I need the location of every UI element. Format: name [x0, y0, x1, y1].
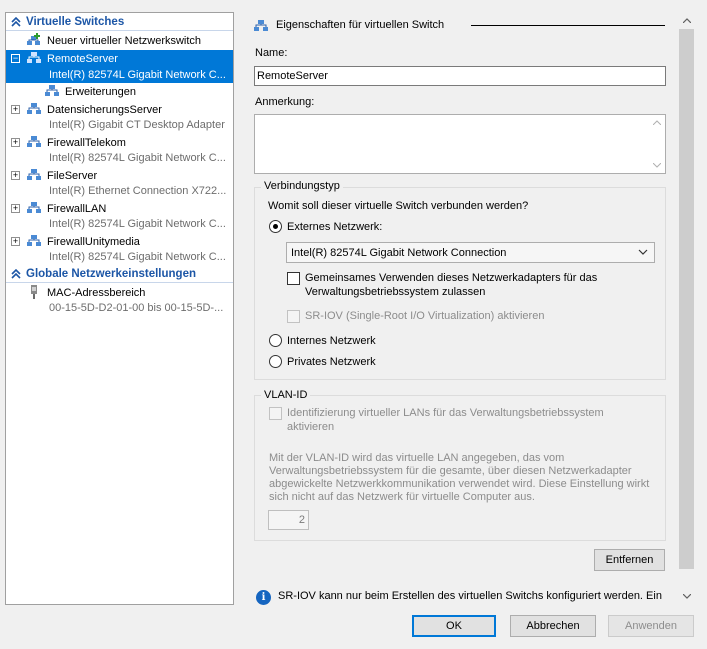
adapter-selected: Intel(R) 82574L Gigabit Network Connecti…	[291, 246, 507, 259]
vlan-checkbox[interactable]	[269, 407, 282, 420]
switch-name: RemoteServer	[47, 52, 118, 65]
new-switch-icon	[26, 33, 42, 47]
section-virtual-switches[interactable]: Virtuelle Switches	[6, 14, 233, 30]
section-title: Virtuelle Switches	[26, 16, 125, 28]
section-title: Globale Netzwerkeinstellungen	[26, 268, 196, 280]
switch-adapter: Intel(R) Gigabit CT Desktop Adapter	[49, 119, 225, 131]
new-switch-item[interactable]: Neuer virtueller Netzwerkswitch	[6, 32, 233, 49]
vlan-check-label-line2: aktivieren	[287, 421, 335, 433]
network-switch-icon	[26, 201, 42, 215]
share-adapter-label-line1: Gemeinsames Verwenden dieses Netzwerkada…	[305, 272, 598, 284]
connection-question: Womit soll dieser virtuelle Switch verbu…	[268, 200, 529, 212]
chevron-down-icon	[638, 249, 648, 255]
chevron-up-icon	[653, 120, 661, 125]
sriov-checkbox[interactable]	[287, 310, 300, 323]
vlan-desc-line: abgewickelte Netzwerkkommunikation verwe…	[269, 478, 650, 490]
network-switch-icon	[26, 234, 42, 248]
chevron-up-icon[interactable]	[6, 17, 26, 27]
switch-item-remoteserver[interactable]: − RemoteServer	[6, 50, 233, 67]
panel-scrollbar[interactable]	[678, 12, 695, 605]
share-adapter-checkbox[interactable]	[287, 272, 300, 285]
info-text: SR-IOV kann nur beim Erstellen des virtu…	[278, 590, 662, 602]
network-switch-icon	[26, 102, 42, 116]
note-textarea[interactable]	[254, 114, 666, 174]
network-switch-icon	[253, 19, 269, 36]
external-network-radio[interactable]	[269, 220, 282, 233]
info-icon: i	[256, 590, 271, 605]
mac-range-title: MAC-Adressbereich	[47, 286, 146, 299]
properties-panel: Eigenschaften für virtuellen Switch Name…	[240, 12, 678, 605]
switch-name: DatensicherungsServer	[47, 103, 162, 116]
share-adapter-label-line2: Verwaltungsbetriebssystem zulassen	[305, 286, 486, 298]
expand-icon[interactable]: +	[11, 237, 20, 246]
internal-network-radio[interactable]	[269, 334, 282, 347]
internal-network-label: Internes Netzwerk	[287, 335, 376, 347]
panel-title: Eigenschaften für virtuellen Switch	[276, 19, 445, 31]
connection-type-title: Verbindungstyp	[261, 180, 343, 192]
switch-item-firewalllan[interactable]: + FirewallLAN	[6, 200, 233, 217]
chevron-down-icon	[682, 594, 691, 599]
chevron-down-icon	[653, 163, 661, 168]
private-network-label: Privates Netzwerk	[287, 356, 376, 368]
vlan-id-input[interactable]: 2	[268, 510, 309, 530]
remove-button[interactable]: Entfernen	[594, 549, 665, 571]
name-input[interactable]: RemoteServer	[254, 66, 666, 86]
extensions-label: Erweiterungen	[65, 85, 136, 98]
switch-name: FirewallUnitymedia	[47, 235, 140, 248]
apply-button[interactable]: Anwenden	[608, 615, 694, 637]
ok-button[interactable]: OK	[412, 615, 496, 637]
switch-name: FirewallLAN	[47, 202, 107, 215]
switch-adapter: Intel(R) 82574L Gigabit Network C...	[6, 67, 233, 83]
vlan-desc-line: Mit der VLAN-ID wird das virtuelle LAN a…	[269, 452, 565, 464]
expand-icon[interactable]: +	[11, 105, 20, 114]
scroll-down-button[interactable]	[678, 588, 695, 605]
divider	[6, 282, 233, 283]
switch-name: FirewallTelekom	[47, 136, 126, 149]
chevron-up-icon[interactable]	[6, 269, 26, 279]
collapse-icon[interactable]: −	[11, 54, 20, 63]
switch-adapter: Intel(R) 82574L Gigabit Network C...	[49, 218, 226, 230]
cancel-button[interactable]: Abbrechen	[510, 615, 596, 637]
network-adapter-icon	[28, 285, 44, 299]
adapter-select[interactable]: Intel(R) 82574L Gigabit Network Connecti…	[286, 242, 655, 263]
switch-item-fileserver[interactable]: + FileServer	[6, 167, 233, 184]
vlan-title: VLAN-ID	[261, 389, 311, 401]
network-switch-icon	[26, 51, 42, 65]
section-global-settings[interactable]: Globale Netzwerkeinstellungen	[6, 266, 233, 282]
vlan-desc-line: Verwaltungsbetriebssystem für die gesamt…	[269, 465, 632, 477]
switch-adapter: Intel(R) Ethernet Connection X722...	[49, 185, 227, 197]
switch-adapter: Intel(R) 82574L Gigabit Network C...	[49, 251, 226, 263]
note-scrollbar[interactable]	[649, 115, 665, 173]
expand-icon[interactable]: +	[11, 204, 20, 213]
vlan-desc-line: sich nicht auf das Netzwerk für virtuell…	[269, 491, 535, 503]
network-switch-icon	[26, 168, 42, 182]
switch-name: FileServer	[47, 169, 98, 182]
scroll-up-button[interactable]	[678, 12, 695, 29]
private-network-radio[interactable]	[269, 355, 282, 368]
extensions-item[interactable]: Erweiterungen	[6, 83, 233, 100]
note-label: Anmerkung:	[255, 96, 315, 108]
network-switch-icon	[26, 135, 42, 149]
expand-icon[interactable]: +	[11, 171, 20, 180]
divider	[471, 25, 665, 26]
expand-icon[interactable]: +	[11, 138, 20, 147]
chevron-up-icon	[682, 18, 691, 23]
name-label: Name:	[255, 47, 288, 59]
switch-item-firewallunitymedia[interactable]: + FirewallUnitymedia	[6, 233, 233, 250]
mac-range-value: 00-15-5D-D2-01-00 bis 00-15-5D-...	[49, 302, 224, 314]
switch-tree[interactable]: Virtuelle Switches Neuer virtueller Netz…	[5, 12, 234, 605]
sriov-label: SR-IOV (Single-Root I/O Virtualization) …	[305, 310, 545, 322]
mac-range-item[interactable]: MAC-Adressbereich	[6, 284, 233, 301]
switch-adapter: Intel(R) 82574L Gigabit Network C...	[49, 152, 226, 164]
vlan-check-label-line1: Identifizierung virtueller LANs für das …	[287, 407, 604, 419]
scroll-thumb[interactable]	[679, 29, 694, 569]
switch-item-datensicherungsserver[interactable]: + DatensicherungsServer	[6, 101, 233, 118]
external-network-label: Externes Netzwerk:	[287, 221, 383, 233]
new-switch-label: Neuer virtueller Netzwerkswitch	[47, 34, 202, 47]
switch-item-firewalltelekom[interactable]: + FirewallTelekom	[6, 134, 233, 151]
divider	[6, 30, 233, 31]
extensions-icon	[44, 84, 60, 98]
